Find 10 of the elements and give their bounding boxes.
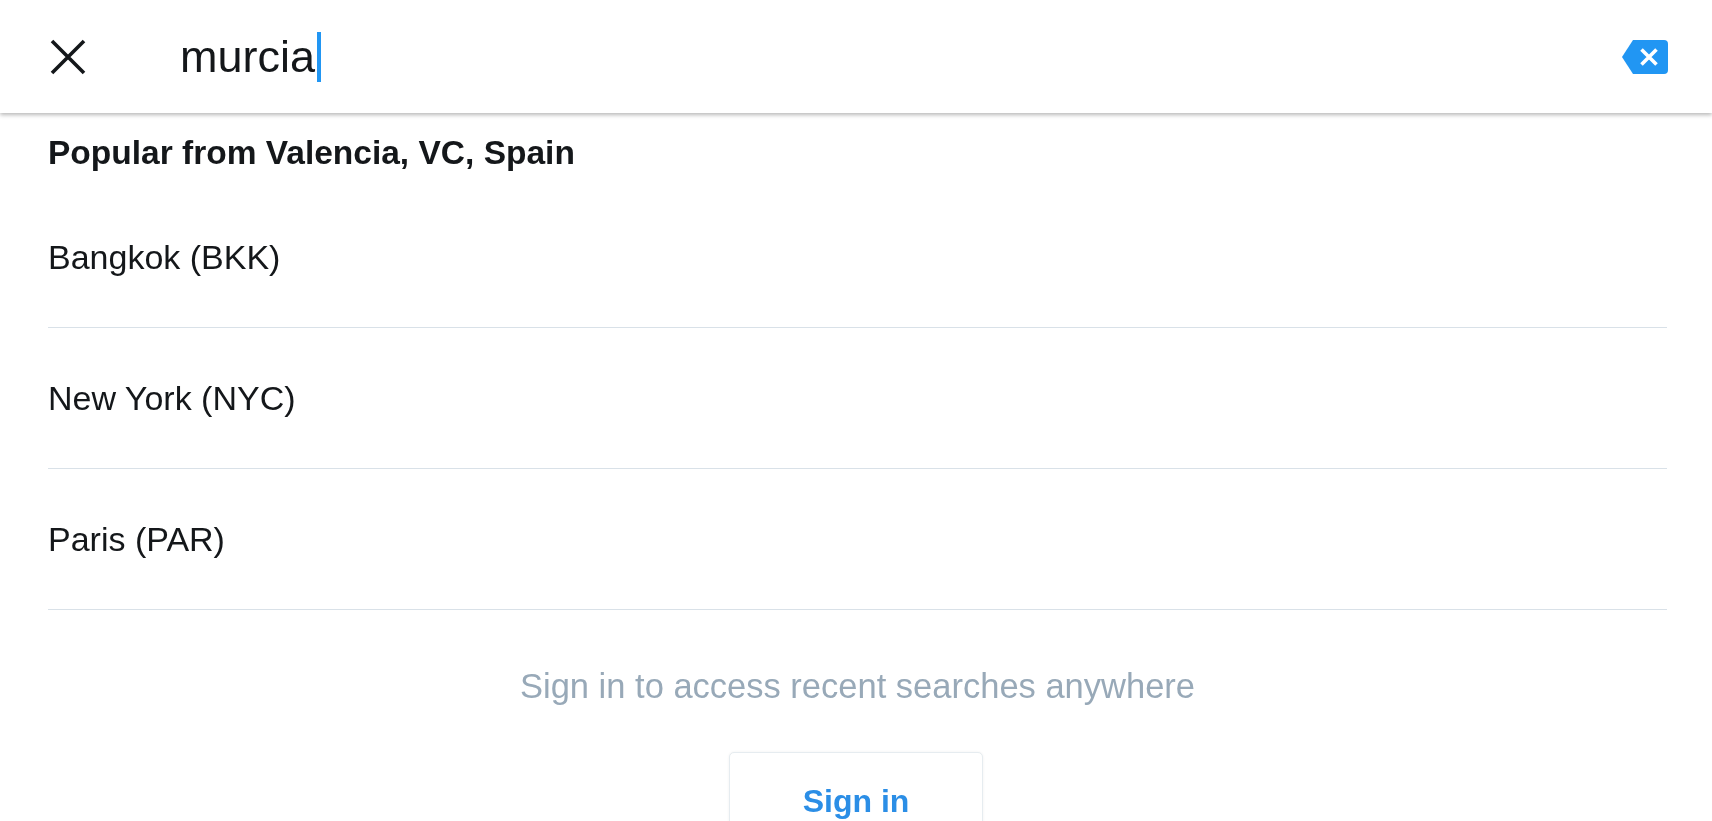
close-icon — [50, 38, 86, 75]
search-field[interactable]: murcia — [180, 26, 1622, 87]
close-button[interactable] — [50, 38, 86, 75]
destination-item[interactable]: Paris (PAR) — [48, 519, 225, 559]
clear-button[interactable] — [1622, 39, 1668, 74]
destination-item[interactable]: New York (NYC) — [48, 378, 296, 418]
sign-in-message: Sign in to access recent searches anywhere — [520, 666, 1195, 706]
section-heading: Popular from Valencia, VC, Spain — [48, 133, 575, 173]
destination-item[interactable]: Bangkok (BKK) — [48, 237, 281, 277]
backspace-clear-icon — [1622, 39, 1668, 74]
